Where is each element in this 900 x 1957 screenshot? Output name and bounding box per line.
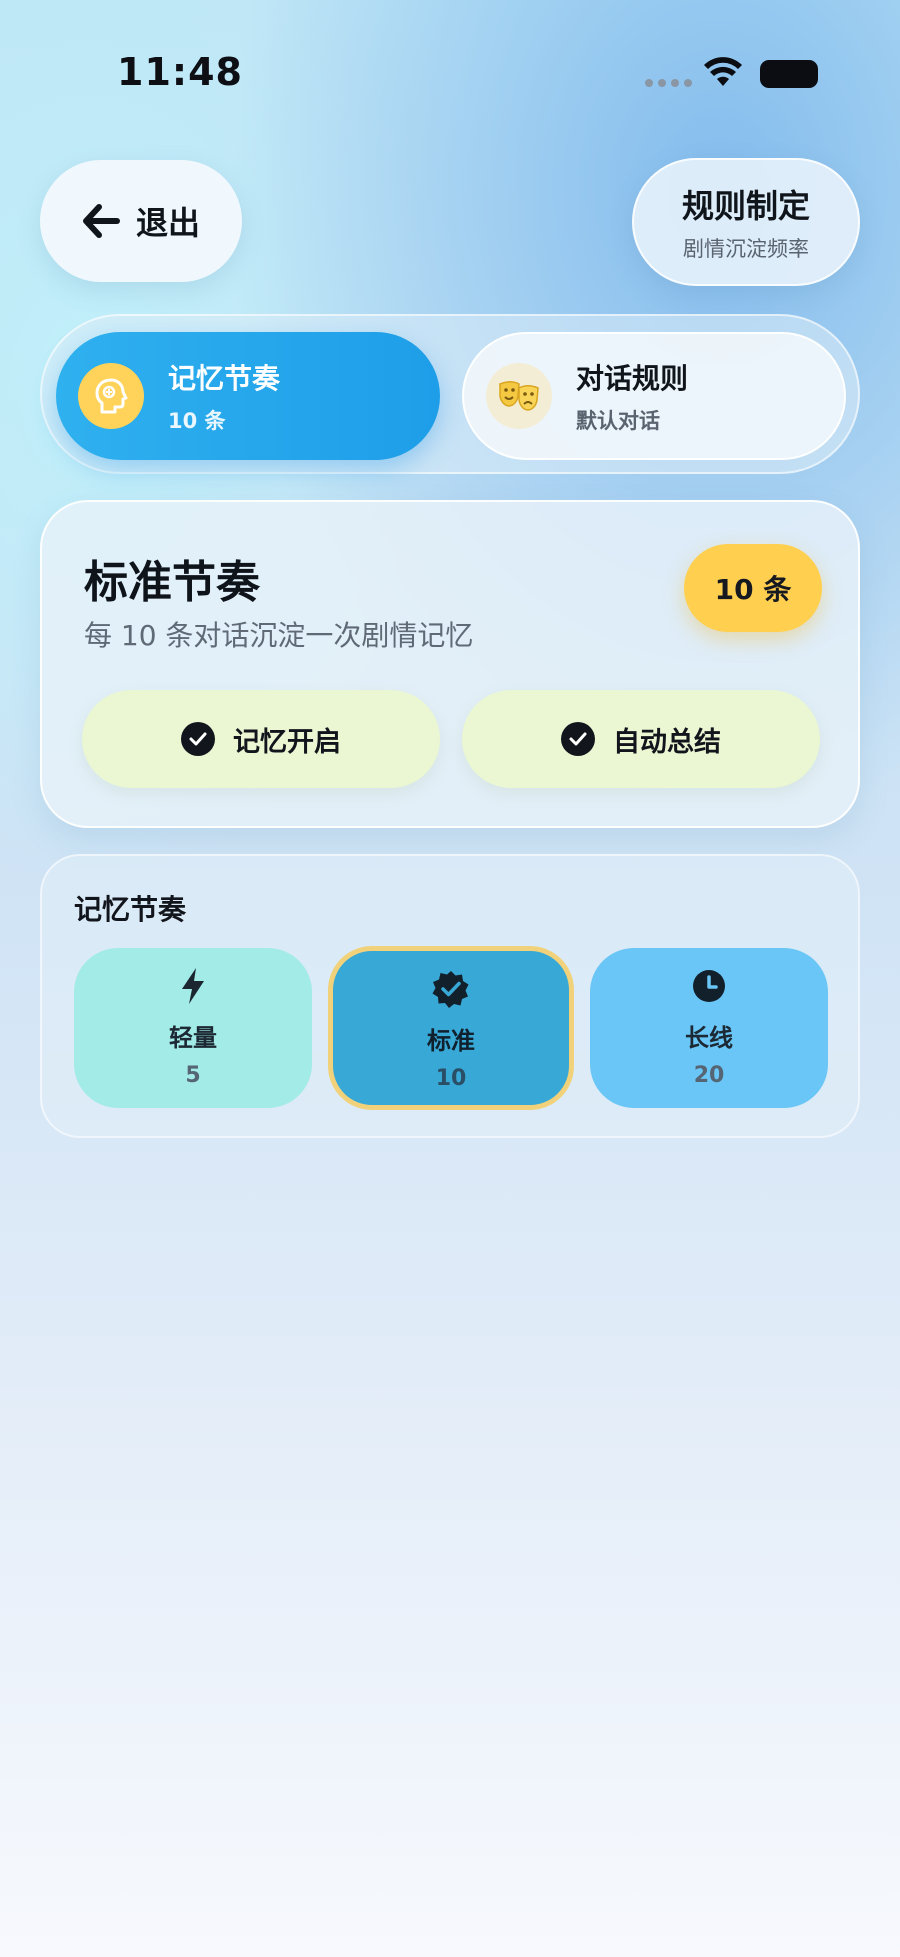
tab-dialog-rules[interactable]: 对话规则 默认对话: [462, 332, 846, 460]
tab-memory-subtitle: 10 条: [168, 409, 226, 433]
rules-subtitle: 剧情沉淀频率: [683, 237, 809, 261]
bolt-icon: [173, 966, 213, 1006]
rhythm-option-label: 长线: [685, 1024, 733, 1052]
rhythm-option-value: 10: [435, 1066, 467, 1091]
mode-tabs: 记忆节奏 10 条 对话规则 默认对话: [40, 314, 860, 474]
theater-masks-icon: [486, 363, 552, 429]
brain-head-icon: [78, 363, 144, 429]
status-time: 11:48: [117, 50, 243, 94]
exit-button[interactable]: 退出: [40, 160, 242, 282]
rhythm-option-label: 标准: [427, 1027, 475, 1055]
card-description: 每 10 条对话沉淀一次剧情记忆: [84, 619, 474, 652]
rules-button[interactable]: 规则制定 剧情沉淀频率: [632, 158, 860, 286]
battery-icon: [760, 60, 818, 88]
tab-dialog-title: 对话规则: [576, 362, 689, 395]
count-badge: 10 条: [684, 544, 822, 632]
status-bar: 11:48: [0, 0, 900, 140]
rhythm-option-long[interactable]: 长线 20: [590, 948, 828, 1108]
memory-enabled-toggle[interactable]: 记忆开启: [82, 690, 440, 788]
tab-memory-title: 记忆节奏: [168, 362, 281, 395]
arrow-left-icon: [82, 204, 120, 238]
rhythm-option-label: 轻量: [169, 1024, 217, 1052]
check-circle-icon: [181, 722, 215, 756]
check-circle-icon: [561, 722, 595, 756]
card-title: 标准节奏: [84, 557, 260, 608]
auto-summary-toggle[interactable]: 自动总结: [462, 690, 820, 788]
tab-memory-rhythm[interactable]: 记忆节奏 10 条: [56, 332, 440, 460]
exit-label: 退出: [135, 204, 200, 242]
clock-icon: [689, 966, 729, 1006]
verified-badge-icon: [431, 969, 471, 1009]
wifi-icon: [704, 57, 742, 86]
tab-dialog-subtitle: 默认对话: [576, 409, 660, 433]
rhythm-option-value: 5: [185, 1063, 201, 1088]
signal-dots-icon: [645, 79, 692, 87]
rhythm-option-value: 20: [693, 1063, 725, 1088]
rhythm-selector: 记忆节奏 轻量 5 标准 10 长线 20: [40, 854, 860, 1138]
rhythm-heading: 记忆节奏: [74, 893, 187, 926]
rhythm-summary-card: 标准节奏 每 10 条对话沉淀一次剧情记忆 10 条 记忆开启 自动总结: [40, 500, 860, 828]
memory-enabled-label: 记忆开启: [233, 726, 341, 758]
rhythm-option-standard[interactable]: 标准 10: [328, 946, 574, 1110]
rules-title: 规则制定: [681, 187, 810, 225]
auto-summary-label: 自动总结: [613, 726, 721, 758]
rhythm-option-light[interactable]: 轻量 5: [74, 948, 312, 1108]
